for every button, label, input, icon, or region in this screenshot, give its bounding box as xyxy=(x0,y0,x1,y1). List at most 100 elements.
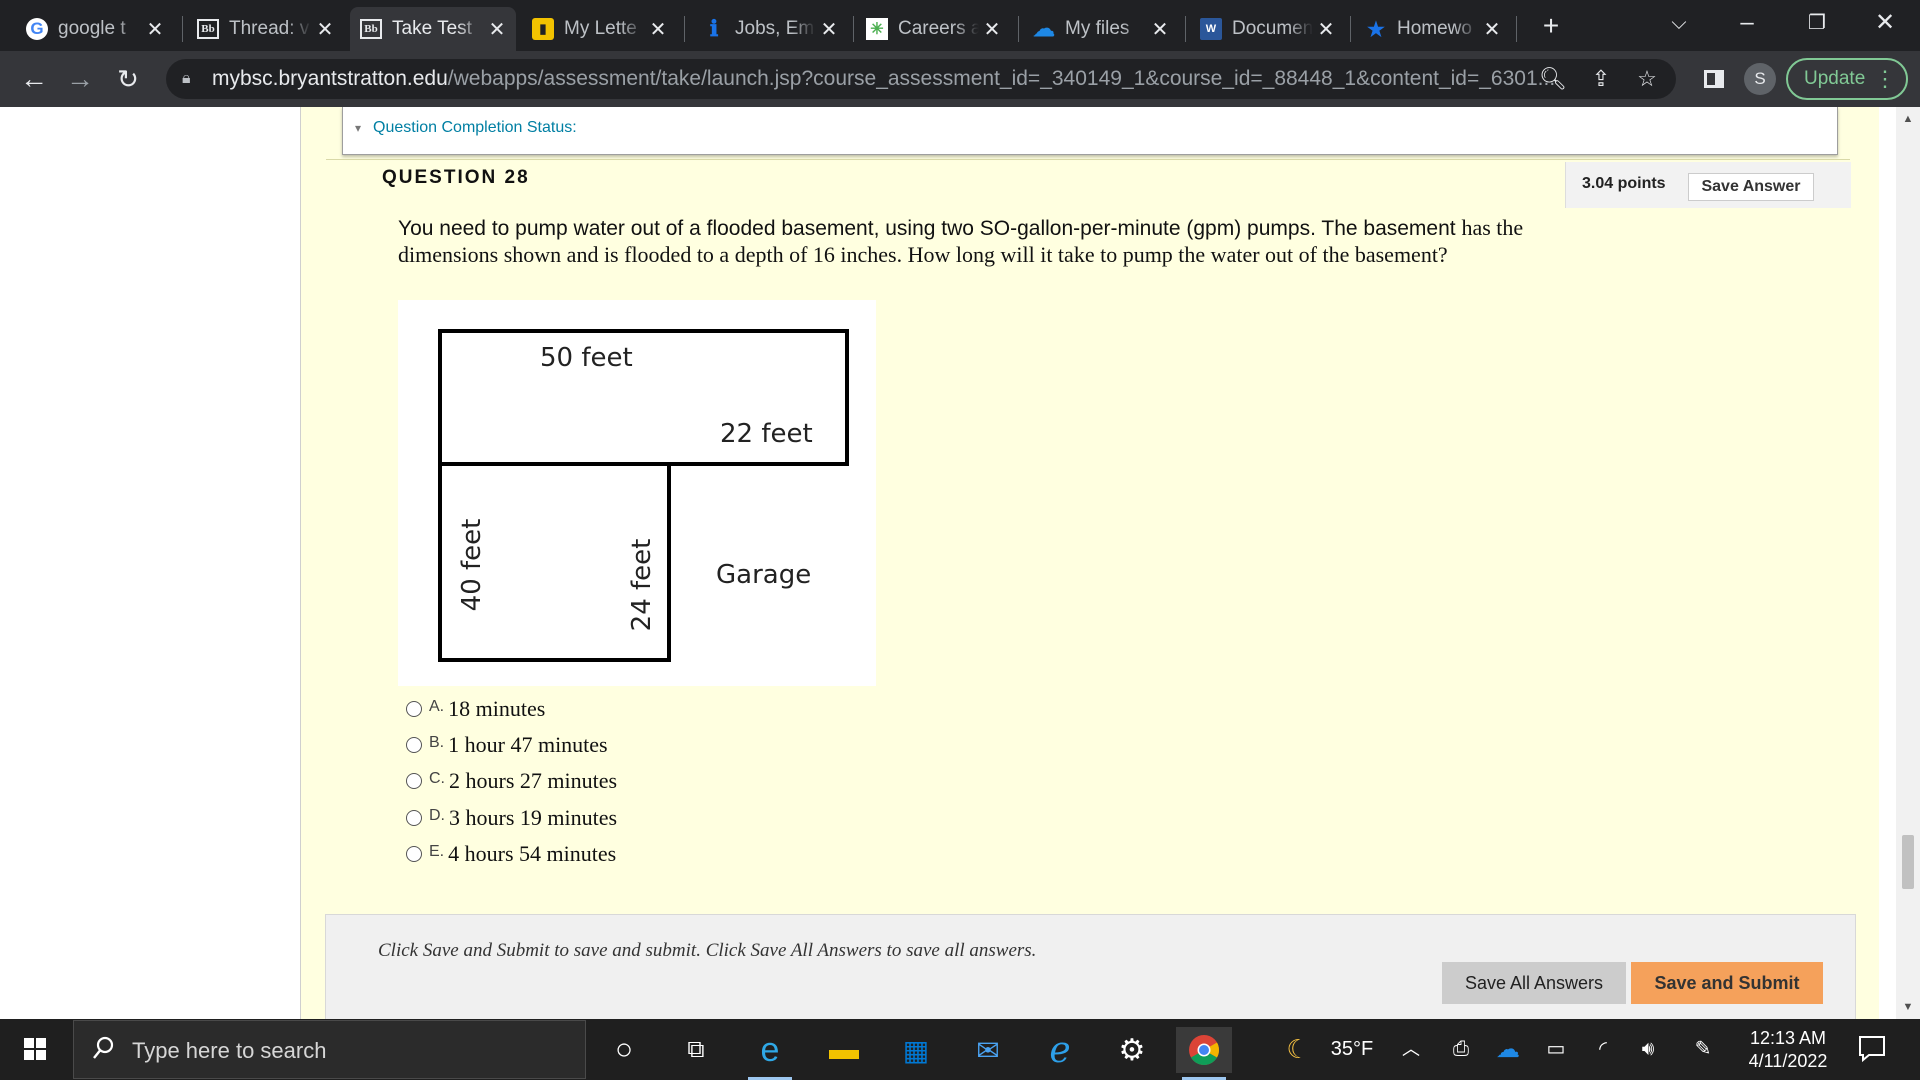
tab-google[interactable]: G google t ✕ xyxy=(16,7,174,51)
tab-document[interactable]: W Documen ✕ xyxy=(1190,7,1345,51)
onedrive-icon: ☁ xyxy=(1033,16,1055,41)
tab-title: Jobs, Em xyxy=(735,18,815,39)
tray-chevron-up-icon[interactable]: ︿ xyxy=(1396,1019,1426,1080)
address-bar[interactable]: 🔒︎ mybsc.bryantstratton.edu/webapps/asse… xyxy=(166,59,1676,99)
tab-title: Careers a xyxy=(898,18,979,39)
tab-divider xyxy=(1350,16,1351,42)
radio-button[interactable] xyxy=(406,846,422,862)
close-tab-icon[interactable]: ✕ xyxy=(816,17,842,42)
close-tab-icon[interactable]: ✕ xyxy=(142,17,168,42)
file-explorer-icon[interactable]: ▬ xyxy=(816,1027,872,1073)
choice-letter: E. xyxy=(429,843,445,860)
update-button[interactable]: Update ⋮ xyxy=(1786,58,1908,100)
save-answer-button[interactable]: Save Answer xyxy=(1688,173,1814,201)
close-tab-icon[interactable]: ✕ xyxy=(484,17,510,42)
answer-choice-b[interactable]: B. 1 hour 47 minutes xyxy=(406,730,608,760)
internet-explorer-icon[interactable]: e xyxy=(1032,1027,1088,1073)
reload-icon[interactable]: ↻ xyxy=(108,59,148,99)
task-view-icon[interactable]: ⧉ xyxy=(668,1027,724,1073)
jobs-icon: ℹ xyxy=(709,16,719,41)
close-tab-icon[interactable]: ✕ xyxy=(1147,17,1173,42)
scrollbar-thumb[interactable] xyxy=(1902,835,1914,889)
meet-now-icon[interactable]: ⎙ xyxy=(1444,1019,1478,1080)
divider xyxy=(326,159,1850,160)
minimize-icon[interactable]: – xyxy=(1722,4,1772,42)
mail-icon[interactable]: ✉ xyxy=(960,1027,1016,1073)
bookmark-star-icon[interactable]: ☆ xyxy=(1630,59,1664,99)
save-and-submit-button[interactable]: Save and Submit xyxy=(1631,962,1823,1004)
side-panel-icon[interactable] xyxy=(1696,59,1732,99)
completion-status-label[interactable]: Question Completion Status: xyxy=(373,119,577,137)
question-completion-status[interactable]: ▾ Question Completion Status: xyxy=(342,107,1838,155)
notification-center-icon[interactable] xyxy=(1857,1033,1887,1063)
system-clock[interactable]: 12:13 AM 4/11/2022 xyxy=(1728,1027,1848,1073)
search-placeholder: Type here to search xyxy=(132,1038,327,1063)
profile-avatar[interactable]: S xyxy=(1744,63,1776,95)
choice-letter: A. xyxy=(429,698,445,715)
answer-choice-e[interactable]: E. 4 hours 54 minutes xyxy=(406,839,616,869)
clock-time: 12:13 AM xyxy=(1749,1028,1827,1048)
battery-icon[interactable]: ▭ xyxy=(1538,1019,1574,1080)
forward-arrow-icon[interactable]: → xyxy=(60,59,100,99)
tab-careers[interactable]: ✳ Careers a ✕ xyxy=(856,7,1011,51)
scroll-up-arrow-icon[interactable]: ▲ xyxy=(1896,107,1920,131)
close-tab-icon[interactable]: ✕ xyxy=(1313,17,1339,42)
answer-choice-c[interactable]: C. 2 hours 27 minutes xyxy=(406,766,617,796)
answer-choice-d[interactable]: D. 3 hours 19 minutes xyxy=(406,803,617,833)
url-text[interactable]: mybsc.bryantstratton.edu/webapps/assessm… xyxy=(212,59,1572,99)
close-tab-icon[interactable]: ✕ xyxy=(312,17,338,42)
page-scrollbar[interactable]: ▲ ▼ xyxy=(1896,107,1920,1019)
tab-divider xyxy=(182,16,183,42)
radio-button[interactable] xyxy=(406,810,422,826)
update-label: Update xyxy=(1804,68,1866,89)
settings-gear-icon[interactable]: ⚙ xyxy=(1104,1027,1160,1073)
wifi-icon[interactable]: ◜ xyxy=(1586,1019,1620,1080)
tab-take-test[interactable]: Bb Take Test ✕ xyxy=(350,7,516,51)
radio-button[interactable] xyxy=(406,737,422,753)
share-icon[interactable]: ⇪ xyxy=(1584,59,1618,99)
weather-moon-icon[interactable]: ☾ xyxy=(1278,1019,1318,1080)
answer-choice-a[interactable]: A. 18 minutes xyxy=(406,694,545,724)
volume-speaker-icon[interactable]: 🔊︎ xyxy=(1630,1019,1666,1080)
question-text: You need to pump water out of a flooded … xyxy=(398,215,1532,269)
tab-thread[interactable]: Bb Thread: v ✕ xyxy=(187,7,344,51)
garage-label: Garage xyxy=(716,560,811,590)
menu-kebab-icon: ⋮ xyxy=(1874,66,1896,91)
back-arrow-icon[interactable]: ← xyxy=(14,59,54,99)
tab-my-letter[interactable]: ▮ My Lette ✕ xyxy=(522,7,677,51)
tab-search-chevron-icon[interactable]: ⌵ xyxy=(1654,4,1704,42)
pen-icon[interactable]: ✎ xyxy=(1686,1019,1720,1080)
windows-start-icon[interactable] xyxy=(10,1019,62,1080)
tab-title: My Lette xyxy=(564,18,637,39)
tab-divider xyxy=(1018,16,1019,42)
star-icon: ★ xyxy=(1367,18,1385,41)
weather-temperature[interactable]: 35°F xyxy=(1322,1019,1382,1080)
scroll-down-arrow-icon[interactable]: ▼ xyxy=(1896,995,1920,1019)
radio-button[interactable] xyxy=(406,701,422,717)
close-tab-icon[interactable]: ✕ xyxy=(1479,17,1505,42)
basement-diagram: 50 feet 22 feet 40 feet 24 feet Garage xyxy=(398,300,876,686)
zoom-magnifier-icon[interactable]: 🔍︎ xyxy=(1536,59,1570,99)
browser-toolbar: ← → ↻ 🔒︎ mybsc.bryantstratton.edu/webapp… xyxy=(0,51,1920,107)
new-tab-plus-icon[interactable]: + xyxy=(1536,8,1566,44)
microsoft-store-icon[interactable]: ▦ xyxy=(888,1027,944,1073)
close-tab-icon[interactable]: ✕ xyxy=(645,17,671,42)
tab-my-files[interactable]: ☁ My files ✕ xyxy=(1023,7,1179,51)
cortana-icon[interactable]: ○ xyxy=(596,1027,652,1073)
url-path: /webapps/assessment/take/launch.jsp?cour… xyxy=(447,67,1556,90)
tab-jobs[interactable]: ℹ Jobs, Em ✕ xyxy=(693,7,848,51)
onedrive-cloud-icon[interactable]: ☁ xyxy=(1490,1019,1526,1080)
taskbar-search-box[interactable]: Type here to search xyxy=(73,1020,586,1079)
edge-browser-icon[interactable]: e xyxy=(742,1027,798,1080)
tab-title: Homewo xyxy=(1397,18,1472,39)
windows-taskbar: Type here to search ○ ⧉ e ▬ ▦ ✉ e ⚙ ☾ 35… xyxy=(0,1019,1920,1080)
radio-button[interactable] xyxy=(406,773,422,789)
tab-divider xyxy=(1185,16,1186,42)
restore-window-icon[interactable]: ❐ xyxy=(1792,4,1842,42)
close-window-icon[interactable]: ✕ xyxy=(1860,4,1910,42)
tab-title: My files xyxy=(1065,18,1130,39)
chrome-browser-icon[interactable] xyxy=(1176,1027,1232,1080)
save-all-answers-button[interactable]: Save All Answers xyxy=(1442,962,1626,1004)
close-tab-icon[interactable]: ✕ xyxy=(979,17,1005,42)
tab-homework[interactable]: ★ Homewo ✕ xyxy=(1355,7,1511,51)
